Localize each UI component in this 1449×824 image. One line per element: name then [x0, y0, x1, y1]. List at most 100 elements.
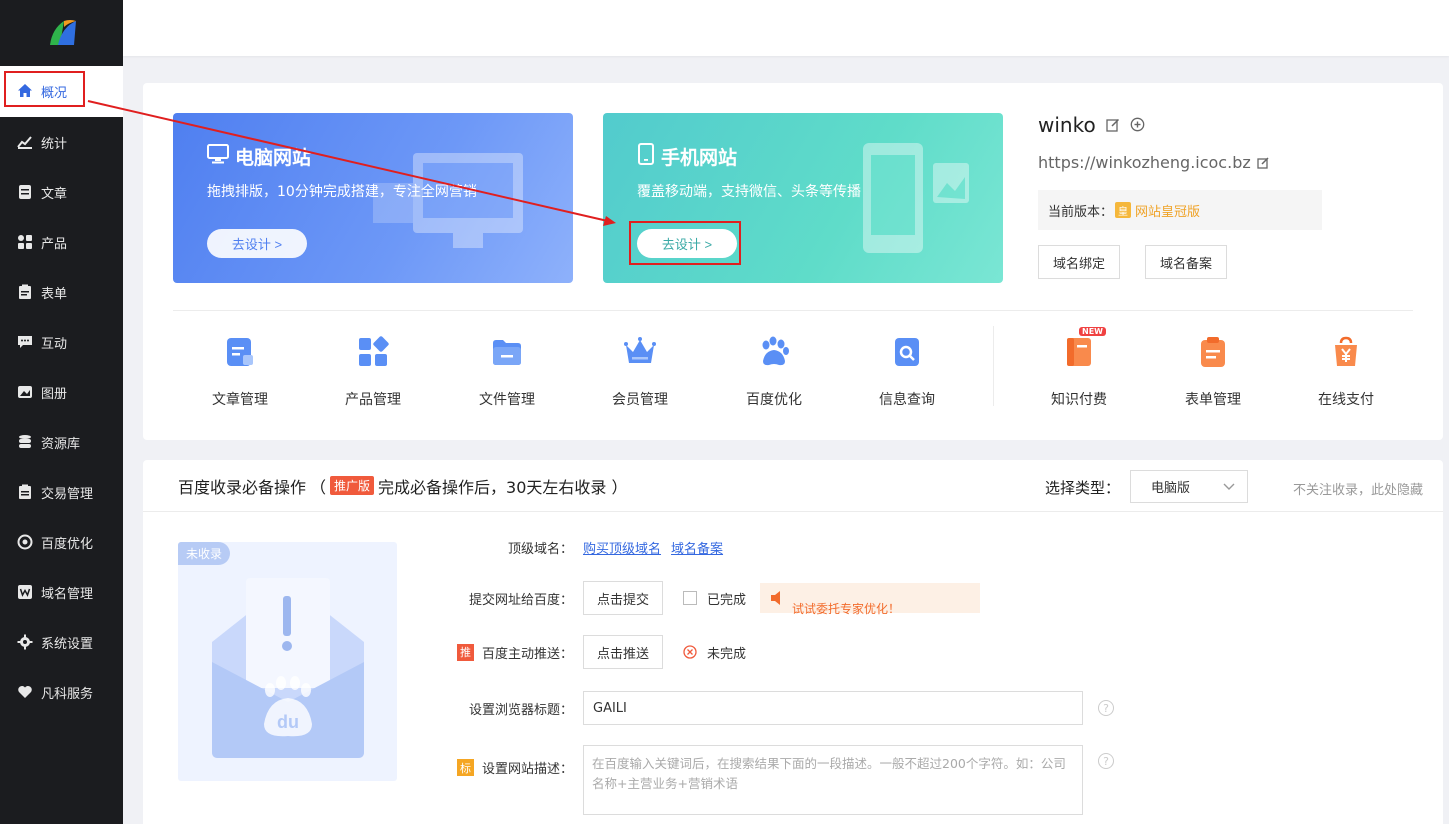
desc-tag-icon: 标: [456, 759, 474, 776]
expert-promo[interactable]: 试试委托专家优化！: [760, 583, 981, 616]
sidebar-item-service[interactable]: 凡科服务: [0, 667, 123, 717]
push-button[interactable]: 点击推送: [583, 635, 664, 669]
pc-site-desc: 拖拽排版，10分钟完成搭建，专注全网营销: [207, 184, 477, 200]
site-desc-textarea[interactable]: 在百度输入关键词后，在搜索结果下面的一段描述。一般不超过200个字符。如：公司名…: [583, 745, 1083, 815]
sidebar-item-label: 文章: [41, 186, 68, 202]
article-manage-icon: [223, 335, 257, 369]
tool-article-manage[interactable]: 文章管理: [190, 335, 290, 409]
done-checkbox[interactable]: 已完成: [683, 589, 746, 608]
database-icon: [17, 434, 33, 450]
logo[interactable]: [0, 0, 123, 66]
overview-card: 电脑网站 拖拽排版，10分钟完成搭建，专注全网营销 去设计 > 手机网站 覆盖移…: [143, 83, 1443, 440]
edit-icon[interactable]: [1106, 113, 1120, 137]
sidebar-item-product[interactable]: 产品: [0, 217, 123, 267]
domain-icon: [17, 584, 33, 600]
chat-icon: [17, 334, 33, 350]
tool-info-query[interactable]: 信息查询: [857, 335, 957, 409]
help-icon[interactable]: ?: [1098, 700, 1114, 716]
bind-domain-button[interactable]: 域名绑定: [1038, 245, 1121, 279]
tool-baidu-optimize[interactable]: 百度优化: [724, 335, 824, 409]
record-domain-link[interactable]: 域名备案: [671, 538, 723, 557]
yen-bag-icon: [1329, 335, 1363, 369]
browser-title-input[interactable]: GAILI: [583, 691, 1083, 725]
tool-member-manage[interactable]: 会员管理: [590, 335, 690, 409]
help-icon[interactable]: ?: [1098, 753, 1114, 769]
sidebar-item-form[interactable]: 表单: [0, 267, 123, 317]
brand-logo-icon: [49, 20, 76, 45]
row-browser-title: 设置浏览器标题： GAILI ?: [443, 691, 1114, 725]
pc-design-button[interactable]: 去设计 >: [207, 229, 307, 258]
target-icon: [17, 534, 33, 550]
hide-section-link[interactable]: 不关注收录，此处隐藏: [1293, 479, 1423, 498]
file-manage-icon: [490, 335, 524, 369]
sidebar-item-label: 交易管理: [41, 486, 94, 502]
tool-file-manage[interactable]: 文件管理: [457, 335, 557, 409]
site-name: winko: [1038, 113, 1438, 137]
svg-text:du: du: [277, 712, 299, 732]
buy-domain-link[interactable]: 购买顶级域名: [583, 538, 661, 557]
tool-online-pay[interactable]: 在线支付: [1296, 335, 1396, 409]
sidebar-item-stats[interactable]: 统计: [0, 117, 123, 167]
monitor-icon: [207, 144, 229, 169]
version-name[interactable]: 网站皇冠版: [1135, 201, 1200, 220]
crown-badge-icon: 皇: [1115, 202, 1132, 218]
sidebar-item-gallery[interactable]: 图册: [0, 367, 123, 417]
row-top-domain: 顶级域名： 购买顶级域名 域名备案: [443, 538, 733, 557]
sidebar-item-article[interactable]: 文章: [0, 167, 123, 217]
sidebar-item-label: 凡科服务: [41, 686, 94, 702]
stats-icon: [17, 134, 33, 150]
sidebar-item-resources[interactable]: 资源库: [0, 417, 123, 467]
sidebar-item-label: 图册: [41, 386, 68, 402]
article-icon: [17, 184, 33, 200]
sidebar-item-label: 域名管理: [41, 586, 94, 602]
close-circle-icon: [683, 645, 697, 659]
speaker-icon: [770, 590, 786, 606]
mobile-site-title: 手机网站: [637, 143, 737, 170]
mobile-site-desc: 覆盖移动端，支持微信、头条等传播: [637, 184, 861, 200]
pc-site-title: 电脑网站: [207, 143, 311, 170]
site-info: winko https://winkozheng.icoc.bz 当前版本： 皇…: [1038, 113, 1438, 279]
search-doc-icon: [890, 335, 924, 369]
sidebar-item-label: 产品: [41, 236, 68, 252]
tool-form-manage[interactable]: 表单管理: [1163, 335, 1263, 409]
baidu-index-card: 百度收录必备操作 （ 推广版 完成必备操作后，30天左右收录 ） 选择类型： 电…: [143, 460, 1443, 824]
sidebar-item-label: 表单: [41, 286, 68, 302]
row-site-desc: 标 设置网站描述： 在百度输入关键词后，在搜索结果下面的一段描述。一般不超过20…: [443, 745, 1114, 815]
sidebar-item-label: 资源库: [41, 436, 81, 452]
site-buttons: 域名绑定 域名备案: [1038, 245, 1438, 279]
tool-product-manage[interactable]: 产品管理: [323, 335, 423, 409]
clipboard-icon: [1196, 335, 1230, 369]
new-badge: NEW: [1079, 327, 1106, 336]
row-push: 推 百度主动推送： 点击推送 未完成: [443, 635, 746, 669]
chevron-down-icon: [1223, 480, 1235, 496]
not-indexed-tag: 未收录: [178, 542, 231, 565]
sidebar-item-label: 系统设置: [41, 636, 94, 652]
sidebar-item-label: 互动: [41, 336, 68, 352]
sidebar-item-trade[interactable]: 交易管理: [0, 467, 123, 517]
divider: [173, 310, 1413, 311]
sidebar-item-settings[interactable]: 系统设置: [0, 617, 123, 667]
pc-site-banner[interactable]: 电脑网站 拖拽排版，10分钟完成搭建，专注全网营销 去设计 >: [173, 113, 573, 283]
version-box: 当前版本： 皇 网站皇冠版: [1038, 190, 1322, 230]
book-icon: NEW: [1062, 327, 1106, 369]
divider: [993, 326, 994, 406]
crown-icon: [623, 335, 657, 369]
add-circle-icon[interactable]: [1130, 113, 1145, 137]
sidebar-item-interact[interactable]: 互动: [0, 317, 123, 367]
baidu-header: 百度收录必备操作 （ 推广版 完成必备操作后，30天左右收录 ） 选择类型： 电…: [143, 460, 1443, 512]
sidebar-item-baidu[interactable]: 百度优化: [0, 517, 123, 567]
annotation-box-overview: [4, 71, 85, 107]
row-submit-url: 提交网址给百度： 点击提交 已完成 试试委托专家优化！: [443, 581, 981, 616]
tool-knowledge-pay[interactable]: NEW 知识付费: [1029, 327, 1129, 409]
type-select[interactable]: 电脑版: [1130, 470, 1248, 503]
index-status-preview: 未收录 du: [178, 542, 397, 781]
trade-icon: [17, 484, 33, 500]
external-link-icon[interactable]: [1257, 156, 1269, 169]
phone-icon: [637, 143, 655, 170]
record-domain-button[interactable]: 域名备案: [1145, 245, 1228, 279]
submit-url-button[interactable]: 点击提交: [583, 581, 664, 615]
site-url[interactable]: https://winkozheng.icoc.bz: [1038, 153, 1438, 172]
product-manage-icon: [356, 335, 390, 369]
annotation-box-mobile-design: [629, 221, 741, 265]
sidebar-item-domain[interactable]: 域名管理: [0, 567, 123, 617]
